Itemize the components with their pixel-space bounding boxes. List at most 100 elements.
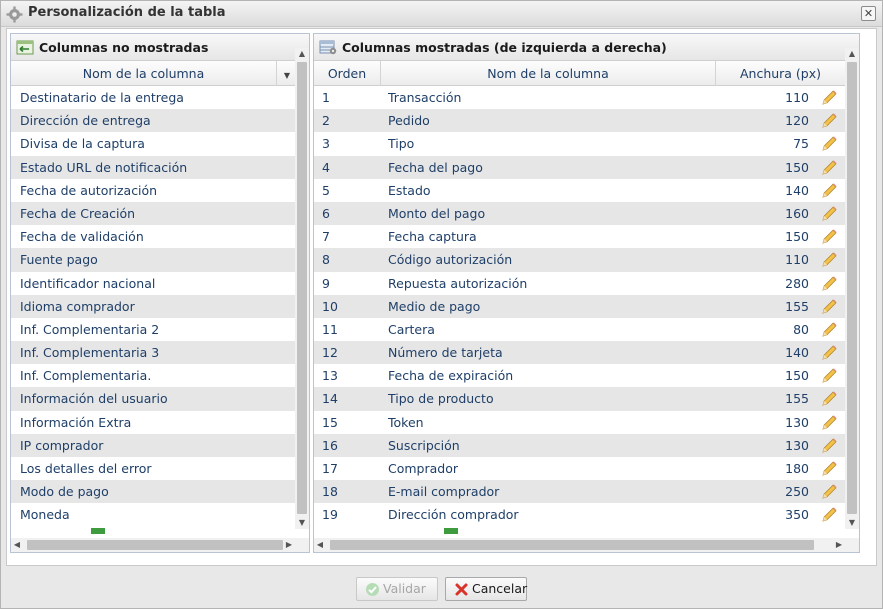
order-cell: 8 (322, 252, 330, 268)
column-name: IP comprador (20, 437, 104, 453)
table-row[interactable]: 3 Tipo 75 (314, 132, 845, 155)
pencil-edit-icon[interactable] (821, 135, 838, 152)
shown-horizontal-scrollbar[interactable]: ◀ ▶ (314, 538, 859, 552)
table-row[interactable]: 10 Medio de pago 155 (314, 294, 845, 318)
scroll-down-arrow[interactable]: ▼ (295, 517, 309, 529)
scroll-thumb[interactable] (330, 540, 814, 550)
list-item[interactable]: Fecha de validación (11, 225, 295, 248)
dialog-titlebar[interactable]: Personalización de la tabla ✕ (1, 1, 882, 27)
hide-all-icon (444, 528, 458, 534)
table-arrow-icon (16, 40, 34, 55)
order-cell: 15 (322, 414, 338, 430)
width-cell: 160 (785, 205, 809, 221)
pencil-edit-icon[interactable] (821, 251, 838, 268)
list-item[interactable]: Fecha de autorización (11, 179, 295, 202)
scroll-right-arrow[interactable]: ▶ (833, 538, 845, 552)
list-item[interactable]: Inf. Complementaria 2 (11, 318, 295, 341)
table-row[interactable]: 17 Comprador 180 (314, 457, 845, 480)
table-row[interactable]: 1 Transacción 110 (314, 86, 845, 109)
column-name-cell: Suscripción (388, 437, 460, 453)
scroll-right-arrow[interactable]: ▶ (283, 538, 295, 552)
column-name-header[interactable]: Nom de la columna (11, 61, 277, 86)
pencil-edit-icon[interactable] (821, 298, 838, 315)
table-row[interactable]: 13 Fecha de expiración 150 (314, 364, 845, 387)
list-item[interactable]: Idioma comprador (11, 294, 295, 318)
hidden-vertical-scrollbar[interactable]: ▲ ▼ (295, 48, 309, 529)
scroll-left-arrow[interactable]: ◀ (314, 538, 326, 552)
list-item[interactable]: Información del usuario (11, 387, 295, 411)
column-name: Información Extra (20, 414, 132, 430)
pencil-edit-icon[interactable] (821, 205, 838, 222)
pencil-edit-icon[interactable] (821, 182, 838, 199)
validate-button[interactable]: Validar (356, 577, 438, 601)
pencil-edit-icon[interactable] (821, 483, 838, 500)
cancel-button[interactable]: Cancelar (445, 577, 527, 601)
shown-vertical-scrollbar[interactable]: ▲ ▼ (845, 48, 859, 529)
list-item[interactable]: IP comprador (11, 433, 295, 457)
table-row[interactable]: 16 Suscripción 130 (314, 433, 845, 457)
pencil-edit-icon[interactable] (821, 437, 838, 454)
scroll-thumb[interactable] (847, 62, 857, 514)
list-item[interactable]: Fuente pago (11, 248, 295, 272)
scroll-down-arrow[interactable]: ▼ (845, 517, 859, 529)
pencil-edit-icon[interactable] (821, 112, 838, 129)
list-item[interactable]: Estado URL de notificación (11, 155, 295, 179)
table-row[interactable]: 9 Repuesta autorización 280 (314, 272, 845, 295)
table-row[interactable]: 4 Fecha del pago 150 (314, 155, 845, 179)
pencil-edit-icon[interactable] (821, 390, 838, 407)
table-row[interactable]: 8 Código autorización 110 (314, 248, 845, 272)
list-item[interactable]: Los detalles del error (11, 457, 295, 480)
table-row[interactable]: 7 Fecha captura 150 (314, 225, 845, 248)
list-item[interactable]: Modo de pago (11, 480, 295, 504)
scroll-up-arrow[interactable]: ▲ (295, 48, 309, 60)
list-item[interactable]: Fecha de Creación (11, 201, 295, 226)
list-item[interactable]: Destinatario de la entrega (11, 86, 295, 109)
table-row[interactable]: 19 Dirección comprador 350 (314, 503, 845, 526)
table-row[interactable]: 18 E-mail comprador 250 (314, 480, 845, 504)
pencil-edit-icon[interactable] (821, 414, 838, 431)
column-name: Destinatario de la entrega (20, 90, 184, 105)
column-name-cell: Código autorización (388, 252, 513, 268)
pencil-edit-icon[interactable] (821, 506, 838, 523)
table-row[interactable]: 12 Número de tarjeta 140 (314, 341, 845, 365)
sort-menu-button[interactable]: ▼ (277, 61, 297, 86)
pencil-edit-icon[interactable] (821, 321, 838, 338)
width-cell: 140 (785, 182, 809, 198)
pencil-edit-icon[interactable] (821, 367, 838, 384)
scroll-up-arrow[interactable]: ▲ (845, 48, 859, 60)
pencil-edit-icon[interactable] (821, 460, 838, 477)
table-row[interactable]: 15 Token 130 (314, 411, 845, 434)
pencil-edit-icon[interactable] (821, 159, 838, 176)
order-header[interactable]: Orden (314, 61, 381, 86)
column-name-cell: Comprador (388, 461, 459, 476)
list-item[interactable]: Divisa de la captura (11, 132, 295, 155)
table-row[interactable]: 2 Pedido 120 (314, 109, 845, 133)
list-item[interactable]: Moneda (11, 503, 295, 526)
close-button[interactable]: ✕ (861, 6, 876, 21)
table-row[interactable]: 14 Tipo de producto 155 (314, 387, 845, 411)
column-name-header[interactable]: Nom de la columna (381, 61, 716, 86)
hidden-horizontal-scrollbar[interactable]: ◀ ▶ (11, 538, 309, 552)
scroll-thumb[interactable] (297, 62, 307, 514)
column-name-cell: Tipo (388, 136, 415, 152)
list-item[interactable]: Información Extra (11, 411, 295, 434)
scroll-left-arrow[interactable]: ◀ (11, 538, 23, 552)
column-name-cell: Fecha captura (388, 229, 477, 245)
hidden-columns-list: Destinatario de la entrega Dirección de e… (11, 86, 295, 527)
column-name-cell: Estado (388, 182, 431, 198)
scroll-thumb[interactable] (27, 540, 283, 550)
pencil-edit-icon[interactable] (821, 344, 838, 361)
pencil-edit-icon[interactable] (821, 89, 838, 106)
width-cell: 140 (785, 345, 809, 361)
list-item[interactable]: Inf. Complementaria. (11, 364, 295, 387)
pencil-edit-icon[interactable] (821, 275, 838, 292)
list-item[interactable]: Identificador nacional (11, 272, 295, 295)
list-item[interactable]: Dirección de entrega (11, 109, 295, 133)
order-cell: 18 (322, 484, 338, 500)
table-row[interactable]: 6 Monto del pago 160 (314, 201, 845, 226)
pencil-edit-icon[interactable] (821, 228, 838, 245)
width-header[interactable]: Anchura (px) (716, 61, 846, 86)
list-item[interactable]: Inf. Complementaria 3 (11, 341, 295, 365)
table-row[interactable]: 5 Estado 140 (314, 179, 845, 202)
table-row[interactable]: 11 Cartera 80 (314, 318, 845, 341)
